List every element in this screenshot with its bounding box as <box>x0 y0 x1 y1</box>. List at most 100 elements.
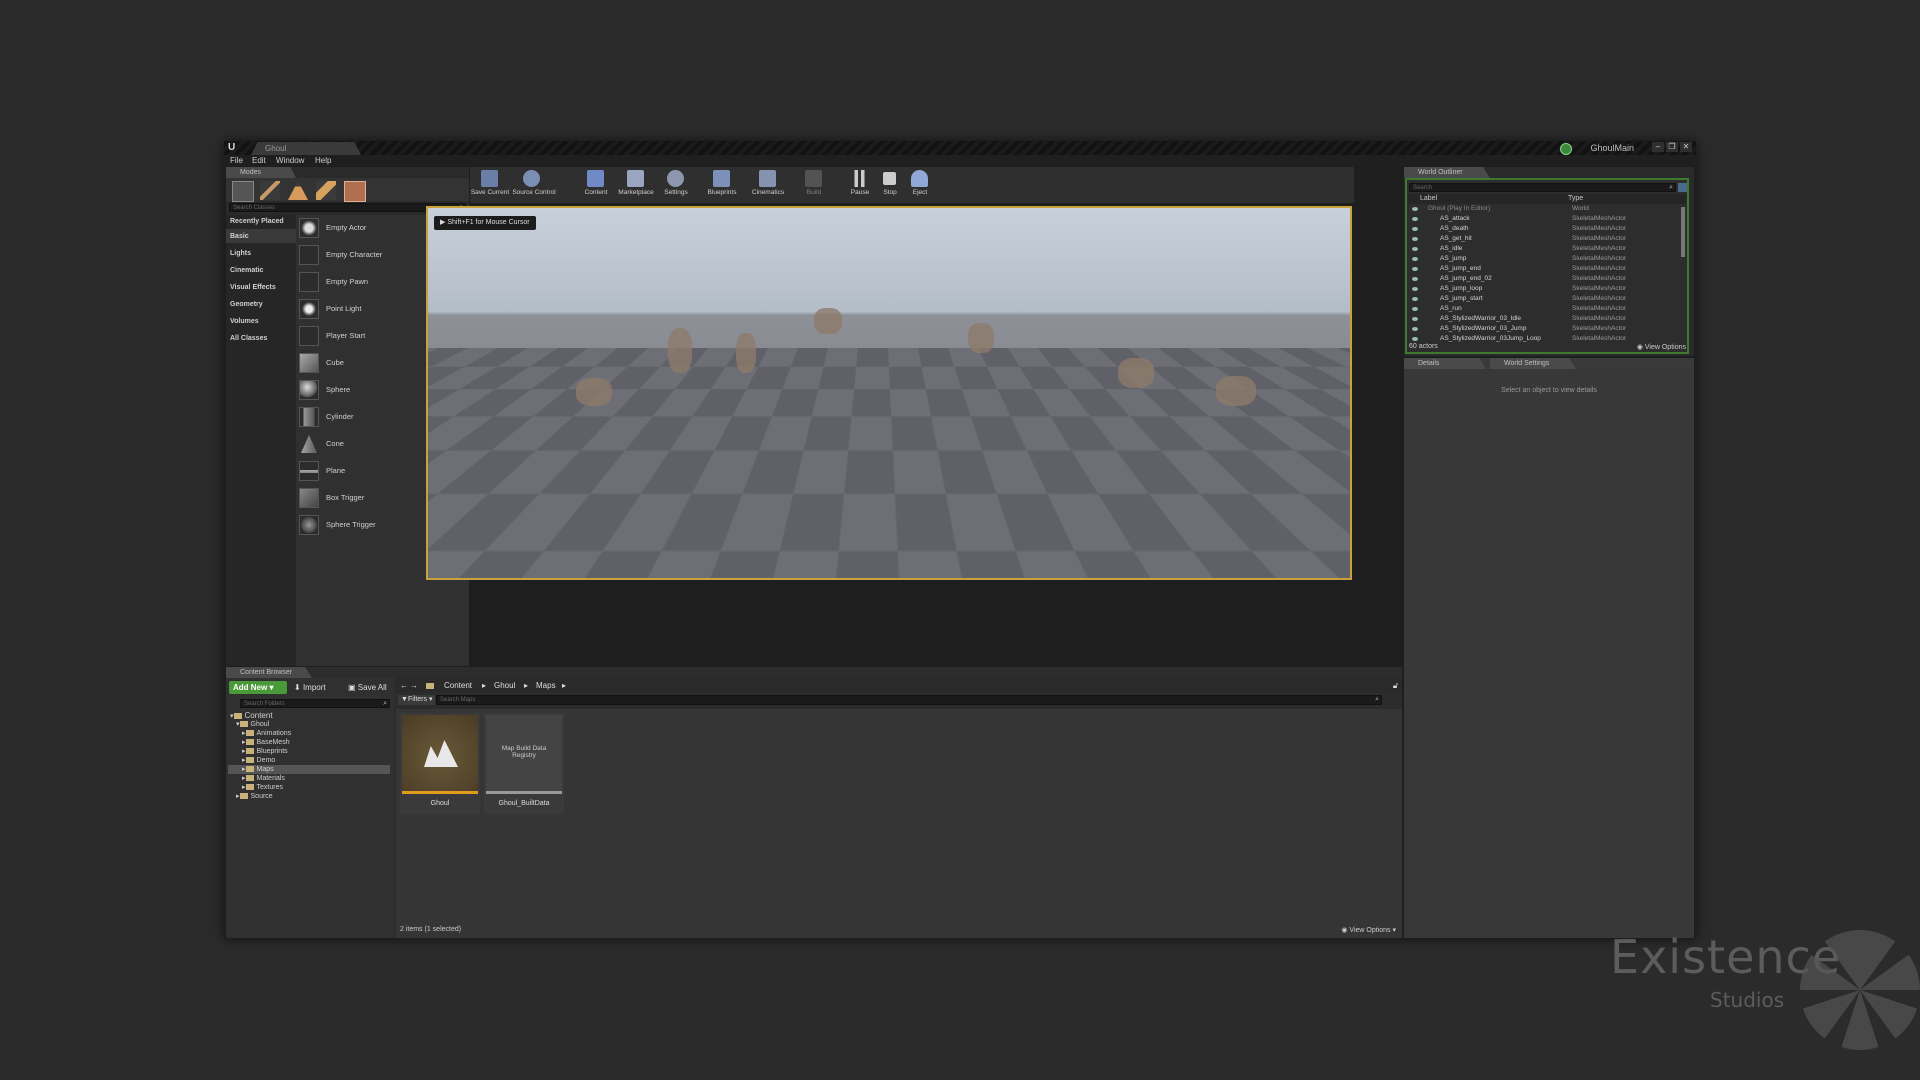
place-mode-icon[interactable] <box>232 181 254 202</box>
minimize-button[interactable]: – <box>1652 142 1664 152</box>
content-button[interactable]: Content <box>578 167 614 201</box>
tree-source[interactable]: ▸ Source <box>236 792 273 801</box>
ghoul-character[interactable] <box>648 383 704 493</box>
visibility-eye-icon[interactable] <box>1412 277 1418 281</box>
ghoul-character[interactable] <box>788 388 844 493</box>
content-view-options[interactable]: ◉ View Options ▾ <box>1341 926 1396 934</box>
document-tab[interactable]: Ghoul <box>251 142 361 155</box>
visibility-eye-icon[interactable] <box>1412 237 1418 241</box>
settings-button[interactable]: Settings <box>658 167 694 201</box>
import-button[interactable]: ⬇ Import <box>294 681 326 694</box>
visibility-eye-icon[interactable] <box>1412 297 1418 301</box>
save-current-button[interactable]: Save Current <box>471 167 509 201</box>
outliner-row[interactable]: AS_idle SkeletalMeshActor <box>1412 244 1642 254</box>
visibility-eye-icon[interactable] <box>1412 267 1418 271</box>
add-new-button[interactable]: Add New ▾ <box>229 681 287 694</box>
visibility-eye-icon[interactable] <box>1412 257 1418 261</box>
geometry-mode-icon[interactable] <box>344 181 366 202</box>
breadcrumb-content[interactable]: Content <box>444 678 472 693</box>
category-basic[interactable]: Basic <box>230 233 249 240</box>
back-arrow-icon[interactable]: ← <box>400 678 408 693</box>
outliner-row[interactable]: AS_StylizedWarrior_03_Jump SkeletalMeshAc… <box>1412 324 1642 334</box>
search-maps-input[interactable]: Search Maps ⌕ <box>436 695 1382 705</box>
tree-materials[interactable]: ▸ Materials <box>242 774 285 783</box>
outliner-row[interactable]: AS_jump_loop SkeletalMeshActor <box>1412 284 1642 294</box>
paint-mode-icon[interactable] <box>260 181 280 200</box>
forward-arrow-icon[interactable]: → <box>410 678 418 693</box>
category-geometry[interactable]: Geometry <box>230 301 263 308</box>
category-lights[interactable]: Lights <box>230 250 251 257</box>
outliner-row[interactable]: AS_jump_start SkeletalMeshActor <box>1412 294 1642 304</box>
ghoul-character[interactable] <box>736 333 756 373</box>
category-recently-placed[interactable]: Recently Placed <box>230 218 284 225</box>
ghoul-character[interactable] <box>576 378 612 406</box>
asset-tile-ghoul[interactable]: Ghoul <box>400 713 480 814</box>
menu-file[interactable]: File <box>230 155 243 166</box>
visibility-eye-icon[interactable] <box>1412 307 1418 311</box>
visibility-eye-icon[interactable] <box>1412 227 1418 231</box>
menu-window[interactable]: Window <box>276 155 304 166</box>
visibility-eye-icon[interactable] <box>1412 317 1418 321</box>
outliner-row[interactable]: AS_StylizedWarrior_03_Idle SkeletalMeshAc… <box>1412 314 1642 324</box>
menu-edit[interactable]: Edit <box>252 155 266 166</box>
category-all-classes[interactable]: All Classes <box>230 335 267 342</box>
tab-content-browser[interactable]: Content Browser <box>226 667 312 678</box>
ghoul-character[interactable] <box>838 498 902 578</box>
eject-button[interactable]: Eject <box>902 167 938 201</box>
tab-details[interactable]: Details <box>1404 358 1486 369</box>
search-folders-input[interactable]: Search Folders ⌕ <box>240 699 390 708</box>
level-viewport[interactable]: ▶ Shift+F1 for Mouse Cursor <box>426 206 1352 580</box>
ghoul-character[interactable] <box>968 323 994 353</box>
asset-tile-ghoul-builtdata[interactable]: Map Build Data Registry Ghoul_BuiltData <box>484 713 564 814</box>
outliner-row[interactable]: AS_death SkeletalMeshActor <box>1412 224 1642 234</box>
tree-basemesh[interactable]: ▸ BaseMesh <box>242 738 290 747</box>
tree-ghoul[interactable]: ▾ Ghoul <box>236 720 269 729</box>
breadcrumb-maps[interactable]: Maps <box>536 678 556 693</box>
tree-blueprints[interactable]: ▸ Blueprints <box>242 747 288 756</box>
ghoul-character[interactable] <box>1216 376 1256 406</box>
outliner-row[interactable]: AS_jump_end SkeletalMeshActor <box>1412 264 1642 274</box>
column-type[interactable]: Type <box>1568 194 1583 204</box>
tab-world-outliner[interactable]: World Outliner <box>1404 167 1490 178</box>
tree-textures[interactable]: ▸ Textures <box>242 783 283 792</box>
blueprints-button[interactable]: Blueprints <box>704 167 740 201</box>
visibility-eye-icon[interactable] <box>1412 247 1418 251</box>
close-button[interactable]: ✕ <box>1680 142 1692 152</box>
category-volumes[interactable]: Volumes <box>230 318 259 325</box>
visibility-eye-icon[interactable] <box>1412 327 1418 331</box>
marketplace-button[interactable]: Marketplace <box>618 167 654 201</box>
maximize-button[interactable]: ❐ <box>1666 142 1678 152</box>
outliner-row[interactable]: AS_attack SkeletalMeshActor <box>1412 214 1642 224</box>
outliner-row[interactable]: Ghoul (Play In Editor) World <box>1412 204 1642 214</box>
landscape-mode-icon[interactable] <box>288 181 308 200</box>
outliner-row[interactable]: AS_run SkeletalMeshActor <box>1412 304 1642 314</box>
foliage-mode-icon[interactable] <box>316 181 336 200</box>
outliner-scrollbar[interactable] <box>1681 207 1685 257</box>
tree-demo[interactable]: ▸ Demo <box>242 756 275 765</box>
category-cinematic[interactable]: Cinematic <box>230 267 263 274</box>
outliner-row[interactable]: AS_jump_end_02 SkeletalMeshActor <box>1412 274 1642 284</box>
lock-icon[interactable]: 🔓︎ <box>1393 678 1398 693</box>
outliner-view-options[interactable]: ◉ View Options <box>1637 343 1686 351</box>
ghoul-character[interactable] <box>1118 358 1154 388</box>
visibility-eye-icon[interactable] <box>1412 217 1418 221</box>
filters-button[interactable]: ▼Filters ▾ <box>398 695 436 705</box>
source-control-button[interactable]: Source Control <box>512 167 556 201</box>
viewport-hint[interactable]: ▶ Shift+F1 for Mouse Cursor <box>434 216 536 230</box>
outliner-add-icon[interactable] <box>1678 183 1687 192</box>
ghoul-character[interactable] <box>933 386 989 494</box>
outliner-row[interactable]: AS_get_hit SkeletalMeshActor <box>1412 234 1642 244</box>
outliner-search-input[interactable]: Search ⌕ <box>1409 183 1676 192</box>
outliner-row[interactable]: AS_jump SkeletalMeshActor <box>1412 254 1642 264</box>
breadcrumb-ghoul[interactable]: Ghoul <box>494 678 515 693</box>
ghoul-character[interactable] <box>814 308 842 334</box>
menu-help[interactable]: Help <box>315 155 331 166</box>
visibility-eye-icon[interactable] <box>1412 337 1418 341</box>
tree-animations[interactable]: ▸ Animations <box>242 729 291 738</box>
cinematics-button[interactable]: Cinematics <box>750 167 786 201</box>
visibility-eye-icon[interactable] <box>1412 207 1418 211</box>
tab-world-settings[interactable]: World Settings <box>1490 358 1576 369</box>
category-visual-effects[interactable]: Visual Effects <box>230 284 276 291</box>
tab-modes[interactable]: Modes <box>226 167 296 178</box>
visibility-eye-icon[interactable] <box>1412 287 1418 291</box>
